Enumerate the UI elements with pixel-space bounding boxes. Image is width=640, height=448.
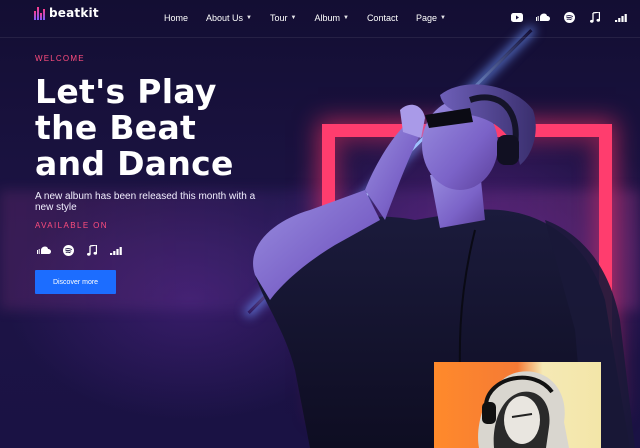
nav-item-label: Home	[164, 13, 189, 23]
music-note-icon[interactable]	[85, 243, 99, 257]
youtube-icon[interactable]	[510, 10, 524, 24]
nav-item-label: Tour	[270, 13, 288, 23]
brand-name: beatkit	[49, 6, 99, 20]
music-note-icon[interactable]	[588, 10, 602, 24]
nav-item-tour[interactable]: Tour ▼	[270, 13, 296, 23]
nav-item-home[interactable]: Home	[164, 13, 188, 23]
album-cover-card[interactable]	[434, 362, 601, 448]
deezer-icon[interactable]	[109, 243, 123, 257]
soundcloud-icon[interactable]	[536, 10, 550, 24]
nav-item-label: About Us	[206, 13, 244, 23]
nav-item-label: Contact	[366, 13, 398, 23]
deezer-icon[interactable]	[614, 10, 628, 24]
top-navigation: beatkit Home About Us ▼ Tour ▼ Album ▼ C…	[0, 0, 640, 38]
hero-section: beatkit Home About Us ▼ Tour ▼ Album ▼ C…	[0, 0, 640, 448]
chevron-down-icon: ▼	[342, 15, 349, 21]
nav-item-contact[interactable]: Contact	[367, 13, 398, 23]
nav-item-page[interactable]: Page ▼	[416, 13, 446, 23]
nav-item-album[interactable]: Album ▼	[314, 13, 348, 23]
spotify-icon[interactable]	[562, 10, 576, 24]
headline-line: Let's Play	[35, 72, 217, 111]
available-on-label: AVAILABLE ON	[35, 221, 108, 230]
welcome-eyebrow: WELCOME	[35, 54, 85, 63]
hero-headline: Let's Play the Beat and Dance	[35, 74, 234, 182]
nav-item-label: Page	[415, 13, 437, 23]
brand-logo[interactable]: beatkit	[34, 6, 99, 20]
discover-more-button[interactable]: Discover more	[35, 270, 116, 294]
headline-line: and Dance	[35, 144, 234, 183]
album-cover-art	[478, 371, 569, 448]
main-menu: Home About Us ▼ Tour ▼ Album ▼ Contact P…	[164, 13, 446, 23]
nav-item-label: Album	[314, 13, 340, 23]
nav-item-about-us[interactable]: About Us ▼	[206, 13, 252, 23]
soundcloud-icon[interactable]	[37, 243, 51, 257]
hero-subtext: A new album has been released this month…	[35, 191, 256, 213]
chevron-down-icon: ▼	[246, 15, 252, 21]
social-links	[510, 10, 628, 24]
chevron-down-icon: ▼	[440, 15, 446, 21]
spotify-icon[interactable]	[61, 243, 75, 257]
headline-line: the Beat	[35, 108, 197, 147]
equalizer-logo-icon	[34, 6, 45, 20]
chevron-down-icon: ▼	[290, 15, 297, 21]
available-platforms	[37, 243, 123, 257]
